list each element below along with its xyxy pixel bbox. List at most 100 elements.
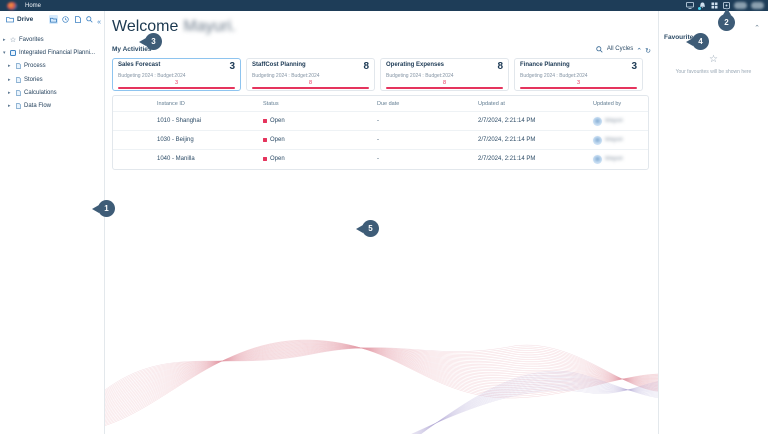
activities-header: My Activities All Cycles (112, 43, 651, 55)
planning-model-icon (9, 50, 17, 56)
drive-toolbar (49, 11, 101, 29)
topbar-title: Home (25, 3, 41, 9)
folder-doc-icon (14, 103, 22, 109)
table-row[interactable]: 1030 - Beijing Open - 2/7/2024, 2:21:14 … (113, 130, 648, 149)
badge-number: 3 (151, 37, 155, 46)
page-title: Welcome Mayuri. (112, 18, 658, 36)
status-label: Open (270, 156, 285, 162)
main-content: Welcome Mayuri. My Activities All Cycles… (105, 11, 658, 170)
cell-status: Open (263, 156, 377, 162)
topbar: Home (0, 0, 768, 11)
annotation-badge-2: 2 (718, 14, 735, 31)
cell-instance-id[interactable]: 1010 - Shanghai (157, 118, 263, 124)
column-updated-at: Updated at (478, 101, 593, 107)
app-grid-icon[interactable] (710, 2, 718, 10)
chevron-up-icon[interactable] (636, 40, 642, 58)
annotation-badge-5: 5 (362, 220, 379, 237)
card-operating-expenses[interactable]: Operating Expenses8 Budgeting 2024 : Bud… (380, 58, 509, 91)
tree-item-calculations[interactable]: Calculations (0, 86, 104, 99)
tree-item-label: Calculations (24, 90, 57, 96)
star-icon (9, 36, 17, 44)
annotation-badge-4: 4 (692, 33, 709, 50)
card-finance-planning[interactable]: Finance Planning3 Budgeting 2024 : Budge… (514, 58, 643, 91)
folder-doc-icon (14, 77, 22, 83)
tree-item-label: Favorites (19, 37, 44, 43)
status-open-icon (263, 138, 267, 142)
cycles-filter[interactable]: All Cycles (596, 40, 651, 58)
favourites-title: Favourites (664, 34, 768, 41)
annotation-badge-1: 1 (98, 200, 115, 217)
tree-item-label: Integrated Financial Planni... (19, 50, 95, 56)
card-progress-value: 3 (118, 80, 235, 86)
notifications-bell-icon[interactable] (698, 2, 706, 10)
updated-by-name: Mayuri (605, 156, 623, 162)
card-staffcost-planning[interactable]: StaffCost Planning 8 Budgeting 2024 : Bud… (246, 58, 375, 91)
cell-instance-id[interactable]: 1030 - Beijing (157, 137, 263, 143)
status-open-icon (263, 119, 267, 123)
tree-item-data-flow[interactable]: Data Flow (0, 99, 104, 112)
sidebar: Drive Favorites (0, 11, 104, 434)
annotation-badge-3: 3 (145, 33, 162, 50)
cell-updated-at: 2/7/2024, 2:21:14 PM (478, 156, 593, 162)
card-sales-forecast[interactable]: Sales Forecast 3 Budgeting 2024 : Budget:… (112, 58, 241, 91)
favourites-panel: Favourites Your favourites will be shown… (659, 11, 768, 434)
table-row[interactable]: 1010 - Shanghai Open - 2/7/2024, 2:21:14… (113, 111, 648, 130)
card-subtitle: Budgeting 2024 : Budget:2024 (386, 73, 503, 79)
card-title: Sales Forecast (118, 62, 160, 68)
document-view-icon[interactable] (73, 15, 82, 24)
cell-due-date: - (377, 118, 478, 124)
monitor-icon[interactable] (686, 2, 694, 10)
card-subtitle: Budgeting 2024 : Budget:2024 (118, 73, 235, 79)
recent-clock-icon[interactable] (61, 15, 70, 24)
card-progress-value: 8 (252, 80, 369, 86)
sidebar-divider (104, 11, 105, 434)
drive-folder-icon (5, 15, 14, 24)
folder-doc-icon (14, 63, 22, 69)
card-progress-bar (118, 87, 235, 90)
card-progress-value: 3 (520, 80, 637, 86)
welcome-text: Welcome (112, 18, 178, 36)
tree-item-label: Process (24, 63, 46, 69)
avatar (593, 117, 602, 126)
notification-dot (698, 7, 701, 10)
column-status: Status (263, 101, 377, 107)
tree-item-process[interactable]: Process (0, 60, 104, 73)
favourites-divider (658, 11, 659, 434)
tree-item-stories[interactable]: Stories (0, 73, 104, 86)
cell-status: Open (263, 137, 377, 143)
user-avatar[interactable] (734, 2, 747, 9)
card-progress-value: 8 (386, 80, 503, 86)
card-progress-bar (252, 87, 369, 90)
collapse-panel-icon[interactable] (754, 17, 760, 35)
cell-instance-id[interactable]: 1040 - Manilla (157, 156, 263, 162)
updated-by-name: Mayuri (605, 118, 623, 124)
refresh-icon[interactable] (645, 40, 651, 58)
collapse-sidebar-icon[interactable] (97, 11, 101, 29)
status-open-icon (263, 157, 267, 161)
cell-due-date: - (377, 137, 478, 143)
search-icon[interactable] (85, 15, 94, 24)
drive-label: Drive (17, 16, 33, 23)
card-subtitle: Budgeting 2024 : Budget:2024 (252, 73, 369, 79)
badge-number: 4 (698, 37, 702, 46)
badge-number: 1 (104, 204, 108, 213)
tree-item-integrated-financial-planning[interactable]: Integrated Financial Planni... (0, 46, 104, 59)
wave-background-graphic (105, 160, 658, 434)
cell-updated-at: 2/7/2024, 2:21:14 PM (478, 137, 593, 143)
file-tree: Favorites Integrated Financial Planni...… (0, 33, 104, 113)
tree-item-favorites[interactable]: Favorites (0, 33, 104, 46)
card-title: StaffCost Planning (252, 62, 306, 68)
folder-doc-icon (14, 90, 22, 96)
files-view-icon[interactable] (49, 15, 58, 24)
table-row[interactable]: 1040 - Manilla Open - 2/7/2024, 2:21:14 … (113, 149, 648, 168)
cycles-filter-label[interactable]: All Cycles (607, 46, 633, 52)
badge-number: 5 (368, 224, 372, 233)
card-progress-bar (386, 87, 503, 90)
card-count: 3 (229, 62, 235, 71)
status-label: Open (270, 137, 285, 143)
welcome-user-name: Mayuri. (183, 18, 235, 36)
avatar (593, 155, 602, 164)
search-icon[interactable] (596, 45, 604, 53)
card-count: 8 (497, 62, 503, 71)
activity-cards: Sales Forecast 3 Budgeting 2024 : Budget:… (112, 58, 658, 91)
